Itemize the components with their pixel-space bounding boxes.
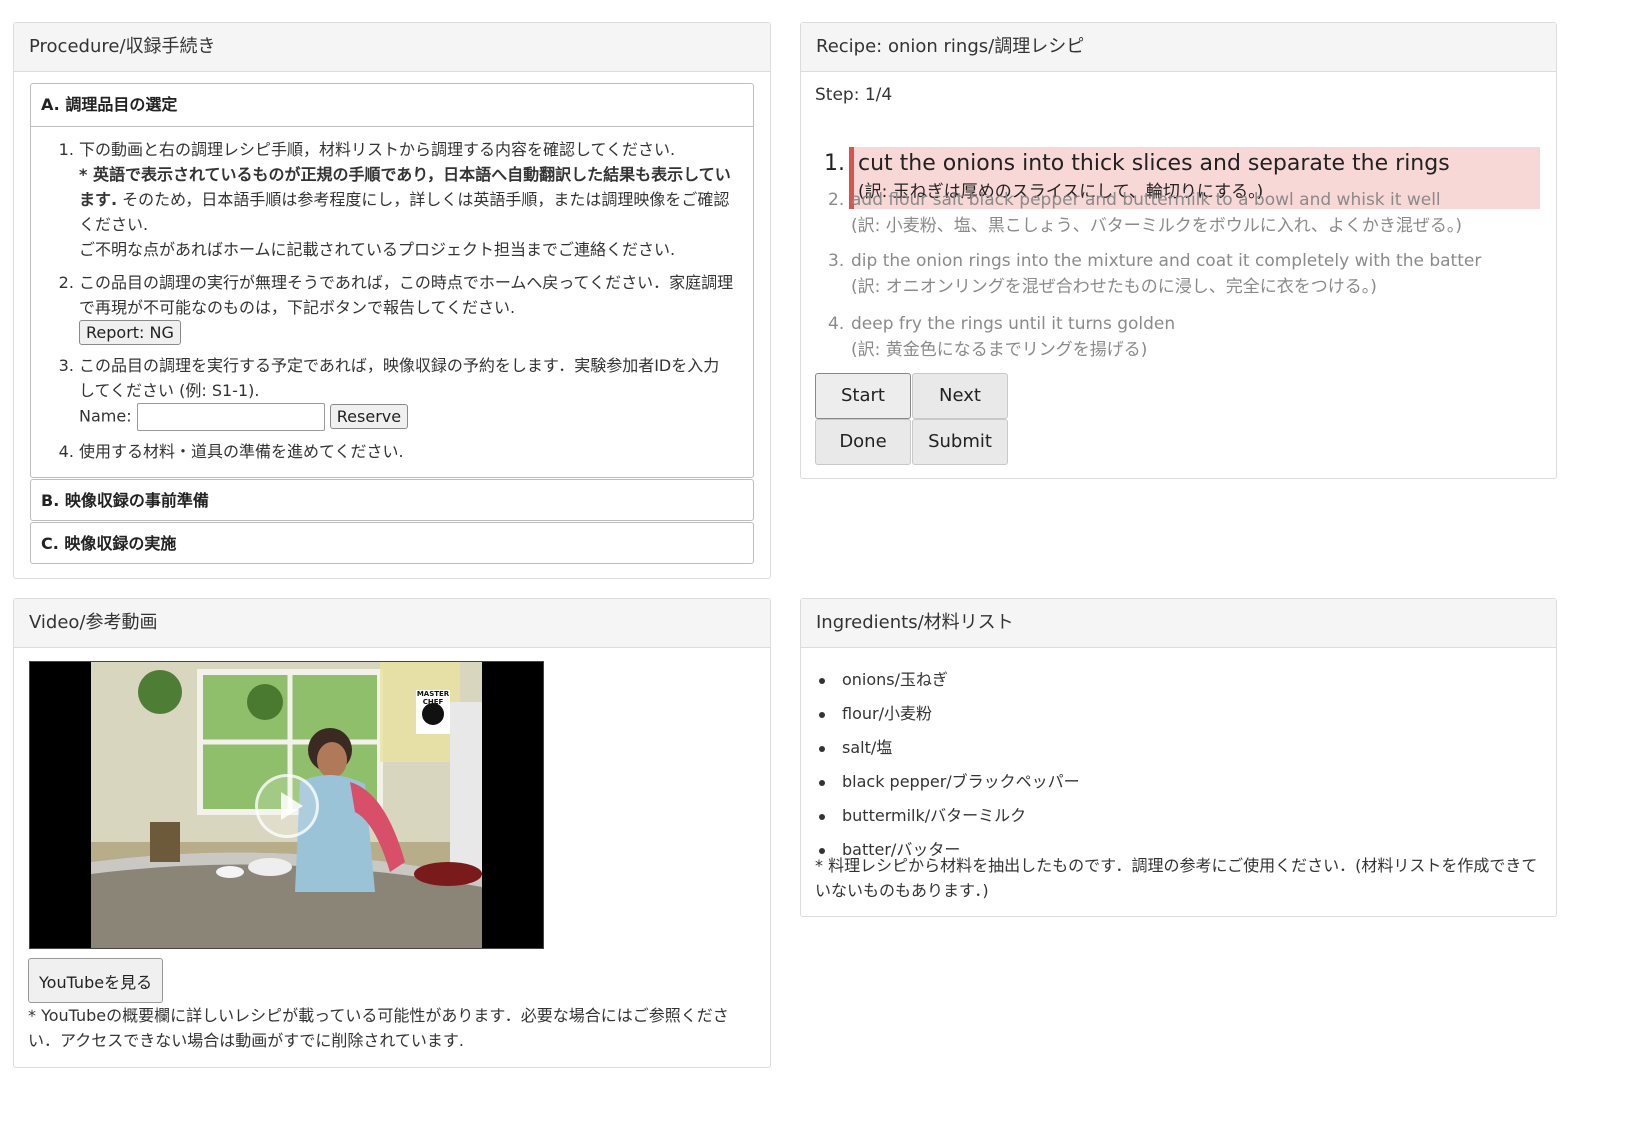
video-player[interactable]: MASTER CHEF [29, 661, 544, 949]
ingredient-label: buttermilk/バターミルク [842, 806, 1027, 825]
procedure-step-1-contact: ご不明な点があればホームに記載されているプロジェクト担当までご連絡ください. [79, 240, 676, 259]
procedure-step-2-text: この品目の調理の実行が無理そうであれば，この時点でホームへ戻ってください．家庭調… [79, 273, 734, 317]
ingredient-label: salt/塩 [842, 738, 893, 757]
recipe-step-4-number: 4. [828, 314, 845, 334]
name-label: Name: [79, 406, 132, 426]
recipe-step-2-en: add flour salt black pepper and buttermi… [851, 190, 1441, 210]
recipe-step-3: 3. dip the onion rings into the mixture … [828, 248, 1482, 300]
ingredient-label: onions/玉ねぎ [842, 670, 949, 689]
section-a: A. 調理品目の選定 下の動画と右の調理レシピ手順，材料リストから調理する内容を… [30, 83, 754, 478]
procedure-step-3: この品目の調理を実行する予定であれば，映像収録の予約をします．実験参加者IDを入… [79, 353, 735, 431]
procedure-step-4: 使用する材料・道具の準備を進めてください. [79, 439, 735, 464]
recipe-panel: Recipe: onion rings/調理レシピ Step: 1/4 1. c… [800, 22, 1557, 479]
list-item: black pepper/ブラックペッパー [817, 765, 1080, 799]
section-c-header[interactable]: C. 映像収録の実施 [31, 523, 753, 565]
list-item: onions/玉ねぎ [817, 663, 1080, 697]
submit-button[interactable]: Submit [912, 419, 1008, 465]
list-item: flour/小麦粉 [817, 697, 1080, 731]
procedure-panel: Procedure/収録手続き A. 調理品目の選定 下の動画と右の調理レシピ手… [13, 22, 771, 579]
start-button[interactable]: Start [815, 373, 911, 419]
list-item: salt/塩 [817, 731, 1080, 765]
recipe-step-4-en: deep fry the rings until it turns golden [851, 314, 1176, 334]
recipe-step-2-number: 2. [828, 190, 845, 210]
recipe-step-3-ja: (訳: オニオンリングを混ぜ合わせたものに浸し、完全に衣をつける。) [851, 277, 1377, 297]
recipe-step-1-en: cut the onions into thick slices and sep… [858, 151, 1450, 176]
next-button[interactable]: Next [912, 373, 1008, 419]
ingredients-note: * 料理レシピから材料を抽出したものです．調理の参考にご使用ください．(材料リス… [815, 856, 1538, 900]
ingredient-label: flour/小麦粉 [842, 704, 932, 723]
recipe-step-2: 2. add flour salt black pepper and butte… [828, 187, 1463, 239]
recipe-step-2-ja: (訳: 小麦粉、塩、黒こしょう、バターミルクをボウルに入れ、よくかき混ぜる。) [851, 216, 1463, 236]
procedure-steps-list: 下の動画と右の調理レシピ手順，材料リストから調理する内容を確認してください. *… [31, 127, 753, 464]
play-icon[interactable] [255, 774, 319, 838]
procedure-step-1: 下の動画と右の調理レシピ手順，材料リストから調理する内容を確認してください. *… [79, 137, 735, 262]
list-item: buttermilk/バターミルク [817, 799, 1080, 833]
section-c: C. 映像収録の実施 [30, 522, 754, 564]
procedure-panel-title: Procedure/収録手続き [14, 23, 770, 72]
master-chef-logo: MASTER CHEF [416, 690, 450, 706]
recipe-step-4: 4. deep fry the rings until it turns gol… [828, 311, 1176, 363]
recipe-panel-title: Recipe: onion rings/調理レシピ [801, 23, 1556, 72]
done-button[interactable]: Done [815, 419, 911, 465]
watch-on-youtube-button[interactable]: YouTubeを見る [28, 958, 164, 1003]
youtube-note: * YouTubeの概要欄に詳しいレシピが載っている可能性があります．必要な場合… [28, 1006, 729, 1050]
procedure-step-3-text: この品目の調理を実行する予定であれば，映像収録の予約をします．実験参加者IDを入… [79, 356, 720, 400]
procedure-step-4-text: 使用する材料・道具の準備を進めてください. [79, 442, 404, 461]
procedure-step-2: この品目の調理の実行が無理そうであれば，この時点でホームへ戻ってください．家庭調… [79, 270, 735, 345]
step-indicator: Step: 1/4 [815, 85, 893, 105]
ingredient-label: black pepper/ブラックペッパー [842, 772, 1080, 791]
master-chef-logo-text: MASTER CHEF [416, 690, 450, 706]
recipe-step-4-ja: (訳: 黄金色になるまでリングを揚げる) [851, 340, 1148, 360]
report-ng-button[interactable]: Report: NG [79, 320, 181, 345]
section-b-header[interactable]: B. 映像収録の事前準備 [31, 480, 753, 522]
procedure-step-1-text: 下の動画と右の調理レシピ手順，材料リストから調理する内容を確認してください. [79, 140, 676, 159]
section-b: B. 映像収録の事前準備 [30, 479, 754, 521]
ingredients-list: onions/玉ねぎ flour/小麦粉 salt/塩 black pepper… [817, 663, 1080, 867]
section-a-header[interactable]: A. 調理品目の選定 [31, 84, 753, 127]
recipe-step-1-number: 1. [824, 151, 845, 176]
recipe-step-3-en: dip the onion rings into the mixture and… [851, 251, 1482, 271]
name-input[interactable] [136, 403, 325, 431]
recipe-step-3-number: 3. [828, 251, 845, 271]
reserve-button[interactable]: Reserve [329, 403, 409, 429]
video-panel-title: Video/参考動画 [14, 599, 770, 648]
procedure-step-1-rest: そのため，日本語手順は参考程度にし，詳しくは英語手順，または調理映像をご確認くだ… [79, 190, 730, 234]
ingredients-panel: Ingredients/材料リスト onions/玉ねぎ flour/小麦粉 s… [800, 598, 1557, 917]
video-panel: Video/参考動画 MASTER CHEF YouTubeを見る * YouT… [13, 598, 771, 1068]
ingredients-panel-title: Ingredients/材料リスト [801, 599, 1556, 648]
